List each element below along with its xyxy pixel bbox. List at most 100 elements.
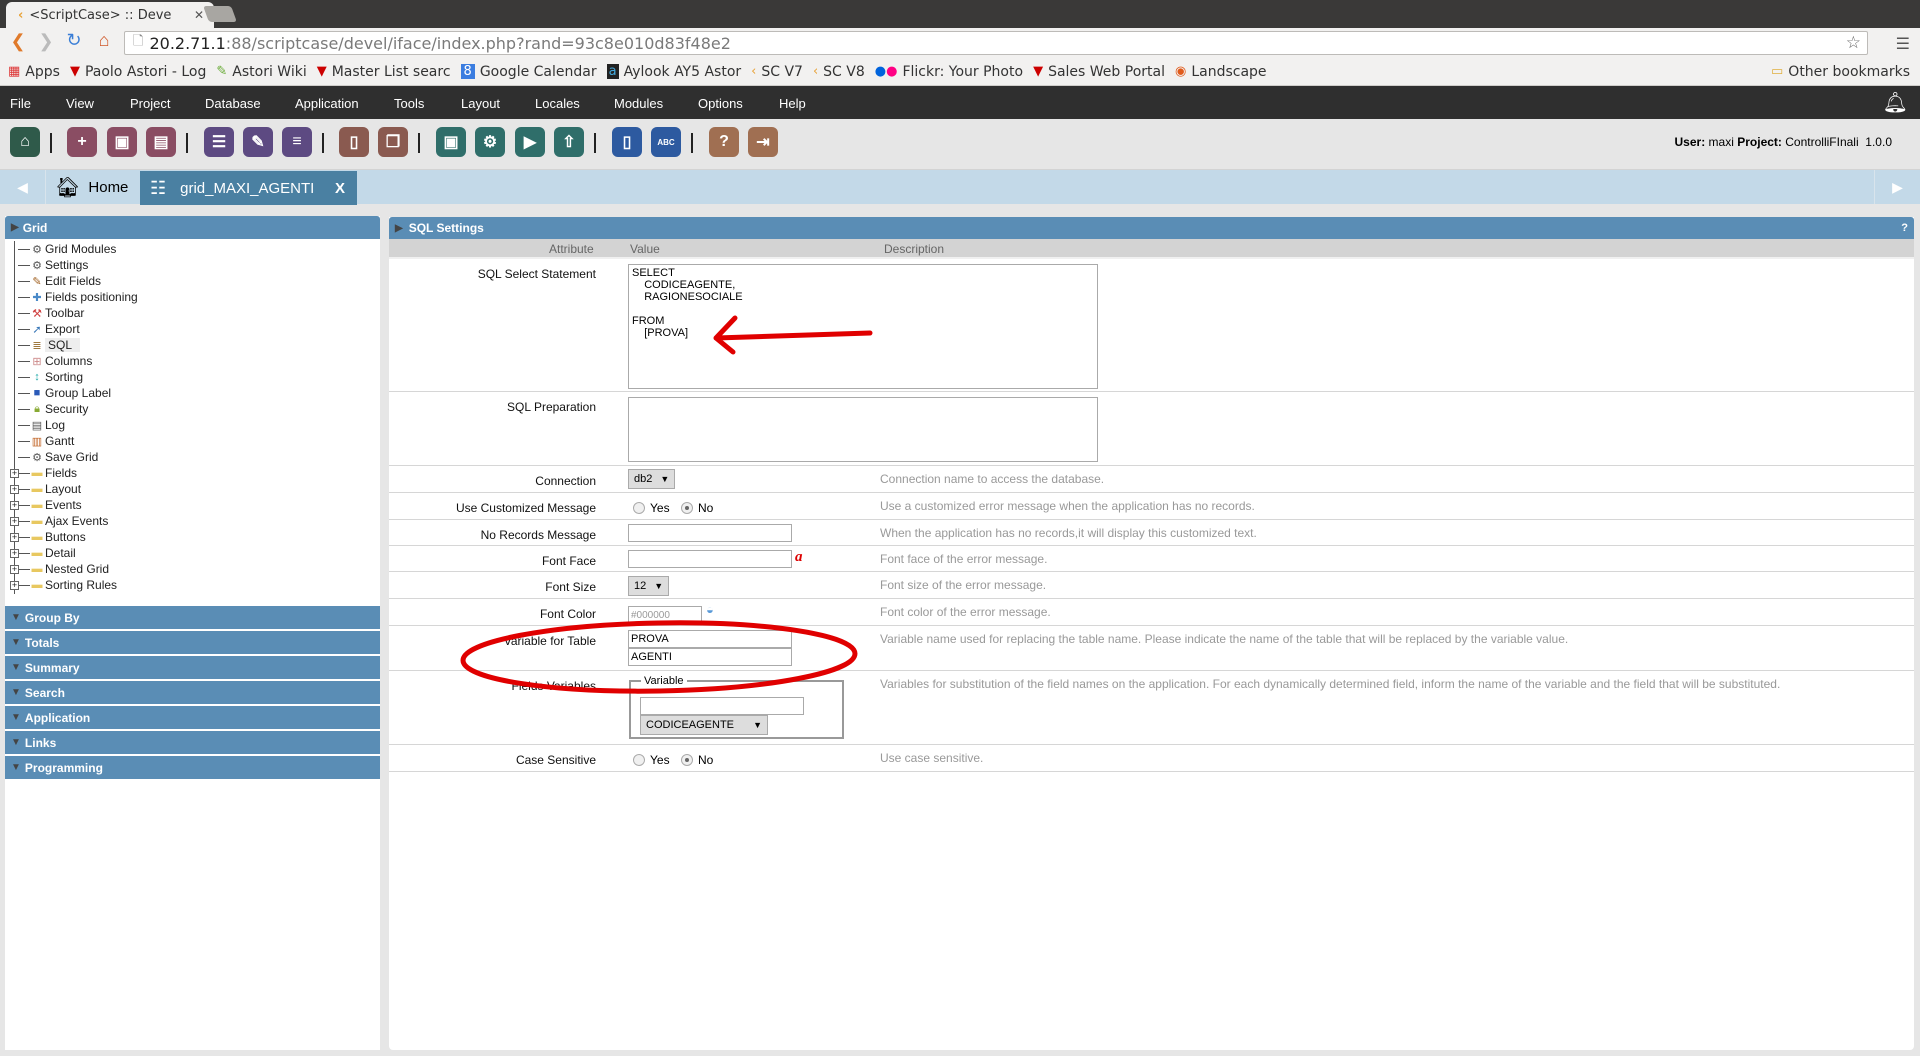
menu-application[interactable]: Application — [295, 96, 359, 111]
variable-table-value-input[interactable]: AGENTI — [628, 648, 792, 666]
tree-folder-buttons[interactable]: + ▬ Buttons — [5, 529, 380, 545]
run-icon[interactable]: ▶ — [515, 127, 545, 157]
exit-icon[interactable]: ⇥ — [748, 127, 778, 157]
tab-grid-maxi-agenti[interactable]: ☷ grid_MAXI_AGENTI X — [140, 171, 357, 205]
tree-item-sql[interactable]: ≣ SQL — [5, 337, 380, 353]
menu-view[interactable]: View — [66, 96, 94, 111]
color-picker-icon[interactable]: ◒ — [706, 602, 714, 617]
section-group-by[interactable]: ▼ Group By — [5, 606, 380, 629]
custom-message-yes-radio[interactable]: Yes — [633, 501, 670, 515]
bookmark-item[interactable]: ✎ Astori Wiki — [216, 64, 306, 80]
field-variable-input[interactable] — [640, 697, 804, 715]
tree-folder-fields[interactable]: + ▬ Fields — [5, 465, 380, 481]
custom-message-no-radio[interactable]: No — [681, 501, 713, 515]
tree-item-settings[interactable]: ⚙ Settings — [5, 257, 380, 273]
tree-item-sorting[interactable]: ↕ Sorting — [5, 369, 380, 385]
open-project-icon[interactable]: ▣ — [107, 127, 137, 157]
bookmark-item[interactable]: ▼ Paolo Astori - Log — [70, 64, 206, 80]
tree-item-fields-positioning[interactable]: ✚ Fields positioning — [5, 289, 380, 305]
field-select[interactable]: CODICEAGENTE ▼ — [640, 715, 768, 735]
applications-list-icon[interactable]: ≡ — [282, 127, 312, 157]
expand-plus-icon[interactable]: + — [10, 533, 19, 542]
section-totals[interactable]: ▼ Totals — [5, 631, 380, 654]
notifications-bell-icon[interactable]: 🔔︎ — [1883, 90, 1908, 115]
sql-select-textarea[interactable]: SELECT CODICEAGENTE, RAGIONESOCIALE FROM… — [628, 264, 1098, 389]
tree-item-log[interactable]: ▤ Log — [5, 417, 380, 433]
documents-icon[interactable]: ❐ — [378, 127, 408, 157]
tree-folder-sorting-rules[interactable]: + ▬ Sorting Rules — [5, 577, 380, 593]
spell-check-icon[interactable]: ABC — [651, 127, 681, 157]
tab-home[interactable]: 🏠︎ Home — [47, 170, 139, 204]
chrome-menu-icon[interactable]: ☰ — [1896, 34, 1910, 54]
expand-plus-icon[interactable]: + — [10, 565, 19, 574]
tree-item-columns[interactable]: ⊞ Columns — [5, 353, 380, 369]
expand-plus-icon[interactable]: + — [10, 469, 19, 478]
help-icon[interactable]: ? — [709, 127, 739, 157]
tree-item-security[interactable]: 🔒︎ Security — [5, 401, 380, 417]
home-icon[interactable]: ⌂ — [10, 127, 40, 157]
expand-plus-icon[interactable]: + — [10, 517, 19, 526]
close-tab-icon[interactable]: ✕ — [194, 8, 204, 22]
new-application-icon[interactable]: ☰ — [204, 127, 234, 157]
generate-icon[interactable]: ⚙ — [475, 127, 505, 157]
forward-icon[interactable]: ❯ — [32, 31, 60, 52]
bookmark-item[interactable]: ◉ Landscape — [1175, 64, 1267, 80]
help-button[interactable]: ? — [1901, 222, 1908, 234]
menu-modules[interactable]: Modules — [614, 96, 663, 111]
menu-layout[interactable]: Layout — [461, 96, 500, 111]
bookmark-star-icon[interactable]: ☆ — [1846, 33, 1861, 53]
expand-plus-icon[interactable]: + — [10, 549, 19, 558]
tree-item-grid-modules[interactable]: ⚙ Grid Modules — [5, 241, 380, 257]
case-sensitive-yes-radio[interactable]: Yes — [633, 753, 670, 767]
grid-section-header[interactable]: ▶ Grid — [5, 216, 380, 239]
section-summary[interactable]: ▼ Summary — [5, 656, 380, 679]
bookmark-item[interactable]: ▼ Master List searc — [317, 64, 451, 80]
save-icon[interactable]: ▣ — [436, 127, 466, 157]
back-icon[interactable]: ❮ — [4, 31, 32, 52]
font-picker-icon[interactable]: a — [795, 549, 803, 566]
tree-item-export[interactable]: ➚ Export — [5, 321, 380, 337]
font-color-input[interactable]: #000000 — [628, 606, 702, 624]
expand-plus-icon[interactable]: + — [10, 501, 19, 510]
tree-folder-events[interactable]: + ▬ Events — [5, 497, 380, 513]
font-size-select[interactable]: 12 ▼ — [628, 576, 670, 596]
variable-table-name-input[interactable]: PROVA — [628, 630, 792, 648]
book-icon[interactable]: ▯ — [612, 127, 642, 157]
menu-project[interactable]: Project — [130, 96, 170, 111]
bookmark-item[interactable]: ●● Flickr: Your Photo — [875, 64, 1023, 80]
tree-item-toolbar[interactable]: ⚒ Toolbar — [5, 305, 380, 321]
bookmark-item[interactable]: ‹ SC V8 — [813, 64, 865, 80]
case-sensitive-no-radio[interactable]: No — [681, 753, 713, 767]
section-programming[interactable]: ▼ Programming — [5, 756, 380, 779]
menu-file[interactable]: File — [10, 96, 31, 111]
document-icon[interactable]: ▯ — [339, 127, 369, 157]
reload-icon[interactable]: ↻ — [60, 30, 88, 51]
bookmark-item[interactable]: 8 Google Calendar — [460, 64, 597, 80]
tree-folder-detail[interactable]: + ▬ Detail — [5, 545, 380, 561]
expand-plus-icon[interactable]: + — [10, 485, 19, 494]
tree-folder-layout[interactable]: + ▬ Layout — [5, 481, 380, 497]
tree-folder-nested-grid[interactable]: + ▬ Nested Grid — [5, 561, 380, 577]
project-properties-icon[interactable]: ▤ — [146, 127, 176, 157]
menu-options[interactable]: Options — [698, 96, 743, 111]
edit-application-icon[interactable]: ✎ — [243, 127, 273, 157]
other-bookmarks[interactable]: ▭ Other bookmarks — [1771, 64, 1910, 80]
connection-select[interactable]: db2 ▼ — [628, 469, 676, 489]
new-tab-button[interactable] — [203, 6, 237, 22]
no-records-message-input[interactable] — [628, 524, 792, 542]
menu-tools[interactable]: Tools — [394, 96, 424, 111]
menu-help[interactable]: Help — [779, 96, 806, 111]
deploy-icon[interactable]: ⇧ — [554, 127, 584, 157]
tree-item-save-grid[interactable]: ⚙ Save Grid — [5, 449, 380, 465]
home-icon[interactable]: ⌂ — [90, 30, 118, 51]
menu-database[interactable]: Database — [205, 96, 261, 111]
bookmark-item[interactable]: ▼ Sales Web Portal — [1033, 64, 1165, 80]
font-face-input[interactable] — [628, 550, 792, 568]
scroll-tabs-left-button[interactable]: ◀ — [0, 170, 46, 204]
section-application[interactable]: ▼ Application — [5, 706, 380, 729]
browser-tab[interactable]: ‹ <ScriptCase> :: Deve ✕ — [6, 2, 214, 28]
new-project-icon[interactable]: + — [67, 127, 97, 157]
menu-locales[interactable]: Locales — [535, 96, 580, 111]
section-links[interactable]: ▼ Links — [5, 731, 380, 754]
tree-item-group-label[interactable]: ■ Group Label — [5, 385, 380, 401]
